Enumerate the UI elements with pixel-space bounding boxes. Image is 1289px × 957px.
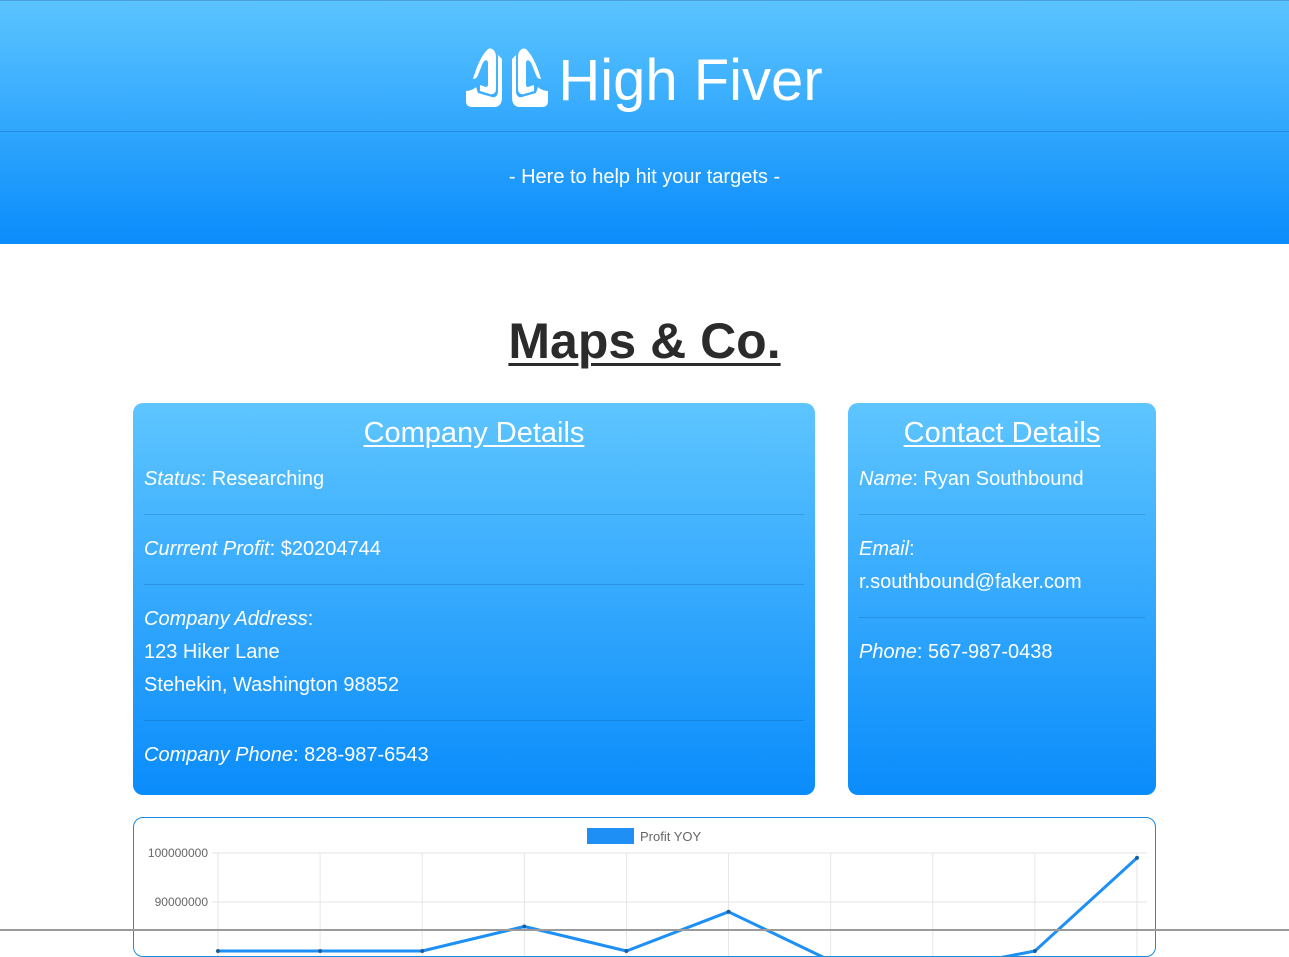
data-point — [318, 949, 323, 953]
data-point — [624, 949, 629, 953]
contact-phone-row: Phone: 567-987-0438 — [859, 641, 1053, 663]
profit-value: $20204744 — [280, 538, 381, 560]
praying-hands-icon — [466, 48, 549, 107]
y-tick-label: 100000000 — [148, 846, 208, 860]
company-phone-value: 828-987-6543 — [304, 744, 429, 766]
divider — [144, 514, 804, 515]
data-point — [726, 909, 731, 914]
contact-details-card: Contact Details Name: Ryan Southbound Em… — [848, 403, 1156, 795]
company-details-card: Company Details Status: Researching Curr… — [133, 403, 815, 795]
profit-chart: Profit YOY 100000000 90000000 — [133, 817, 1156, 957]
data-point — [1135, 855, 1139, 860]
data-point — [420, 949, 425, 953]
header-divider — [0, 131, 1289, 132]
profit-label: Currrent Profit — [144, 538, 270, 560]
data-point — [1032, 949, 1037, 953]
company-details-heading: Company Details — [363, 417, 585, 449]
y-tick-label: 90000000 — [155, 895, 209, 909]
divider — [144, 584, 804, 585]
data-point — [522, 924, 527, 929]
header-banner: High Fiver - Here to help hit your targe… — [0, 0, 1289, 244]
profit-row: Currrent Profit: $20204744 — [144, 538, 381, 560]
contact-name-label: Name — [859, 468, 913, 490]
contact-details-heading: Contact Details — [903, 417, 1101, 449]
profit-chart-svg: Profit YOY 100000000 90000000 — [148, 828, 1147, 956]
tagline: - Here to help hit your targets - — [508, 166, 781, 188]
data-point — [216, 949, 220, 953]
address-line2: Stehekin, Washington 98852 — [144, 674, 399, 696]
divider — [144, 720, 804, 721]
status-label: Status — [144, 468, 201, 490]
company-phone-label: Company Phone — [144, 744, 293, 766]
contact-phone-value: 567-987-0438 — [927, 641, 1053, 663]
legend-swatch — [587, 828, 634, 844]
contact-email-value[interactable]: r.southbound@faker.com — [859, 566, 1145, 599]
contact-name-value: Ryan Southbound — [923, 468, 1084, 490]
divider — [859, 514, 1145, 515]
brand-title: High Fiver — [558, 48, 823, 113]
company-phone-row: Company Phone: 828-987-6543 — [144, 744, 429, 766]
contact-name-row: Name: Ryan Southbound — [859, 468, 1084, 490]
contact-email-row: Email: — [859, 538, 915, 560]
status-value: Researching — [211, 468, 325, 490]
address-row: Company Address: — [144, 608, 314, 630]
company-name-heading: Maps & Co. — [508, 313, 781, 369]
address-line1: 123 Hiker Lane — [144, 641, 280, 663]
brand[interactable]: High Fiver — [0, 41, 1289, 121]
contact-phone-label: Phone — [859, 641, 917, 663]
series-line-profit-yoy — [218, 856, 1139, 956]
status-row: Status: Researching — [144, 468, 325, 490]
legend-label: Profit YOY — [640, 829, 702, 844]
divider — [859, 617, 1145, 618]
address-label: Company Address — [144, 608, 308, 630]
contact-email-label: Email — [859, 538, 910, 560]
